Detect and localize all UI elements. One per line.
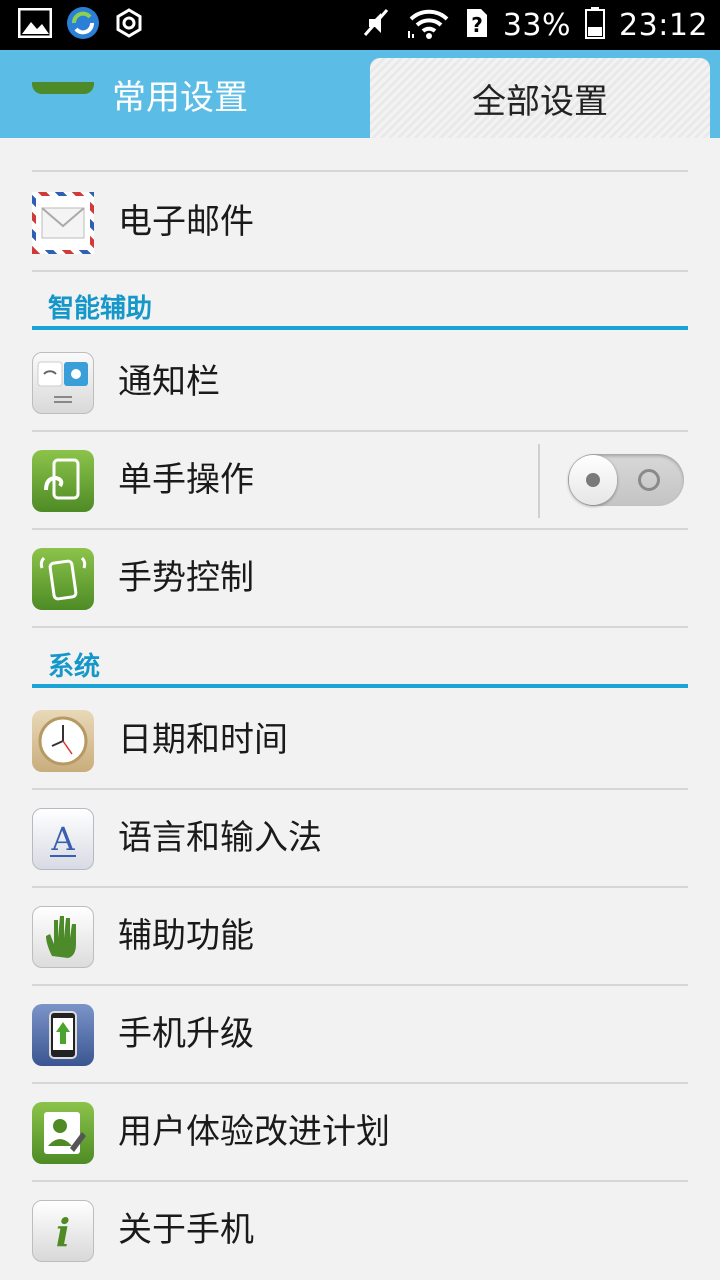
accessibility-label: 辅助功能 xyxy=(118,916,254,956)
svg-text:?: ? xyxy=(471,13,483,37)
divider xyxy=(538,444,540,518)
settings-ring-icon xyxy=(114,8,144,42)
date-time-label: 日期和时间 xyxy=(118,720,288,760)
notification-bar-label: 通知栏 xyxy=(118,362,220,402)
ux-plan-label: 用户体验改进计划 xyxy=(118,1112,390,1152)
notification-bar-icon xyxy=(32,352,94,414)
info-icon: i xyxy=(32,1200,94,1262)
upgrade-icon xyxy=(32,1004,94,1066)
section-header-smart-assist: 智能辅助 xyxy=(32,280,688,330)
list-item-notification-bar[interactable]: 通知栏 xyxy=(32,334,688,432)
gesture-label: 手势控制 xyxy=(118,558,254,598)
list-item-about[interactable]: i 关于手机 xyxy=(32,1182,688,1280)
email-icon xyxy=(32,192,94,254)
one-hand-label: 单手操作 xyxy=(118,460,254,500)
svg-text:i: i xyxy=(56,1210,70,1255)
one-hand-icon xyxy=(32,450,94,512)
sync-app-icon xyxy=(66,6,100,44)
list-item-gesture[interactable]: 手势控制 xyxy=(32,530,688,628)
svg-text:A: A xyxy=(50,820,75,858)
clock: 23:12 xyxy=(619,7,708,43)
hand-icon xyxy=(32,906,94,968)
list-item-language[interactable]: A 语言和输入法 xyxy=(32,790,688,888)
section-title: 智能辅助 xyxy=(48,294,153,324)
toggle-on-indicator xyxy=(638,469,660,491)
upgrade-label: 手机升级 xyxy=(118,1014,254,1054)
one-hand-toggle[interactable] xyxy=(568,454,684,506)
list-item-one-hand[interactable]: 单手操作 xyxy=(32,432,688,530)
list-item-email[interactable]: 电子邮件 xyxy=(32,174,688,272)
list-item-accessibility[interactable]: 辅助功能 xyxy=(32,888,688,986)
battery-percent: 33% xyxy=(502,7,572,43)
toggle-knob xyxy=(569,455,617,505)
gesture-icon xyxy=(32,548,94,610)
language-label: 语言和输入法 xyxy=(118,818,322,858)
battery-icon xyxy=(585,7,606,43)
ux-plan-icon xyxy=(32,1102,94,1164)
clock-icon xyxy=(32,710,94,772)
list-item-partial[interactable] xyxy=(32,82,688,172)
list-item-ux-plan[interactable]: 用户体验改进计划 xyxy=(32,1084,688,1182)
mute-icon xyxy=(361,7,393,43)
app-icon xyxy=(32,82,94,94)
section-header-system: 系统 xyxy=(32,638,688,688)
status-bar: ? 33% 23:12 xyxy=(0,0,720,50)
language-icon: A xyxy=(32,808,94,870)
section-title: 系统 xyxy=(48,652,101,682)
email-label: 电子邮件 xyxy=(118,202,254,242)
list-item-date-time[interactable]: 日期和时间 xyxy=(32,692,688,790)
wifi-icon xyxy=(407,7,451,43)
about-label: 关于手机 xyxy=(118,1210,254,1250)
gallery-icon xyxy=(17,7,53,42)
list-item-upgrade[interactable]: 手机升级 xyxy=(32,986,688,1084)
no-sim-icon: ? xyxy=(465,7,489,43)
